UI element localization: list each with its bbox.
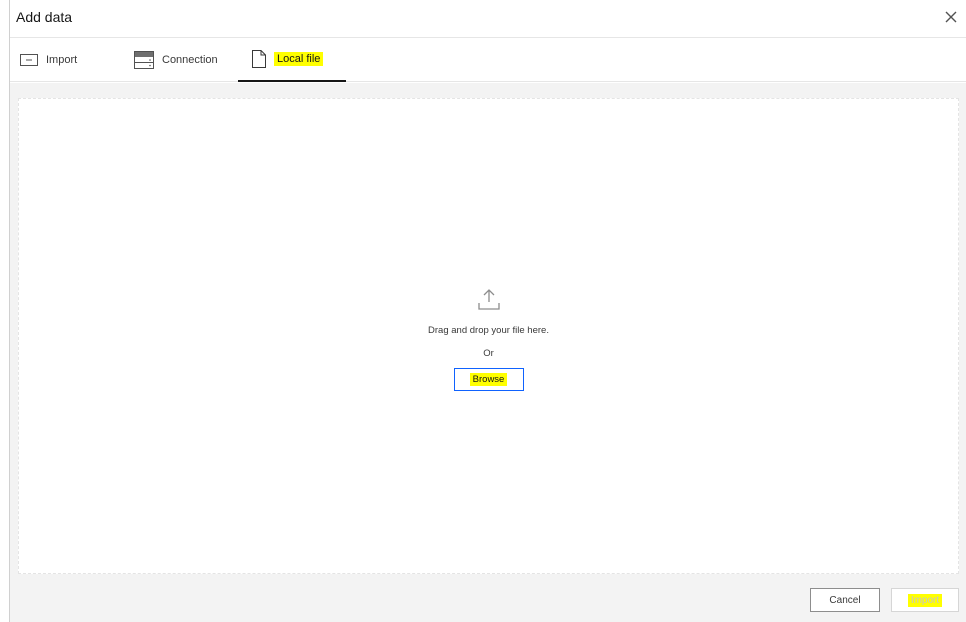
add-data-dialog: Add data Import Connection Local file Dr… bbox=[9, 0, 966, 622]
tab-connection-label: Connection bbox=[162, 54, 218, 66]
browse-button[interactable]: Browse bbox=[453, 368, 524, 391]
content-area: Drag and drop your file here. Or Browse … bbox=[10, 83, 966, 622]
cancel-button[interactable]: Cancel bbox=[810, 588, 880, 612]
browse-button-label: Browse bbox=[469, 373, 508, 386]
import-icon bbox=[20, 54, 38, 66]
dropzone-instruction: Drag and drop your file here. bbox=[428, 325, 549, 336]
tab-connection[interactable]: Connection bbox=[134, 38, 218, 82]
tab-import[interactable]: Import bbox=[20, 38, 77, 82]
dialog-header: Add data bbox=[10, 0, 966, 38]
database-icon bbox=[134, 51, 154, 69]
tab-import-label: Import bbox=[46, 54, 78, 66]
tab-bar: Import Connection Local file bbox=[10, 38, 966, 82]
import-button[interactable]: Import bbox=[891, 588, 959, 612]
tab-local-file-label: Local file bbox=[274, 52, 324, 66]
dialog-title: Add data bbox=[16, 9, 73, 25]
import-button-label: Import bbox=[907, 593, 943, 607]
file-dropzone[interactable]: Drag and drop your file here. Or Browse bbox=[18, 98, 959, 574]
dropzone-center: Drag and drop your file here. Or Browse bbox=[19, 287, 958, 391]
cancel-button-label: Cancel bbox=[829, 594, 861, 606]
tab-local-file[interactable]: Local file bbox=[238, 38, 346, 82]
close-icon[interactable] bbox=[942, 8, 960, 26]
file-icon bbox=[252, 50, 266, 68]
dropzone-or: Or bbox=[483, 348, 494, 359]
upload-icon bbox=[476, 287, 502, 313]
